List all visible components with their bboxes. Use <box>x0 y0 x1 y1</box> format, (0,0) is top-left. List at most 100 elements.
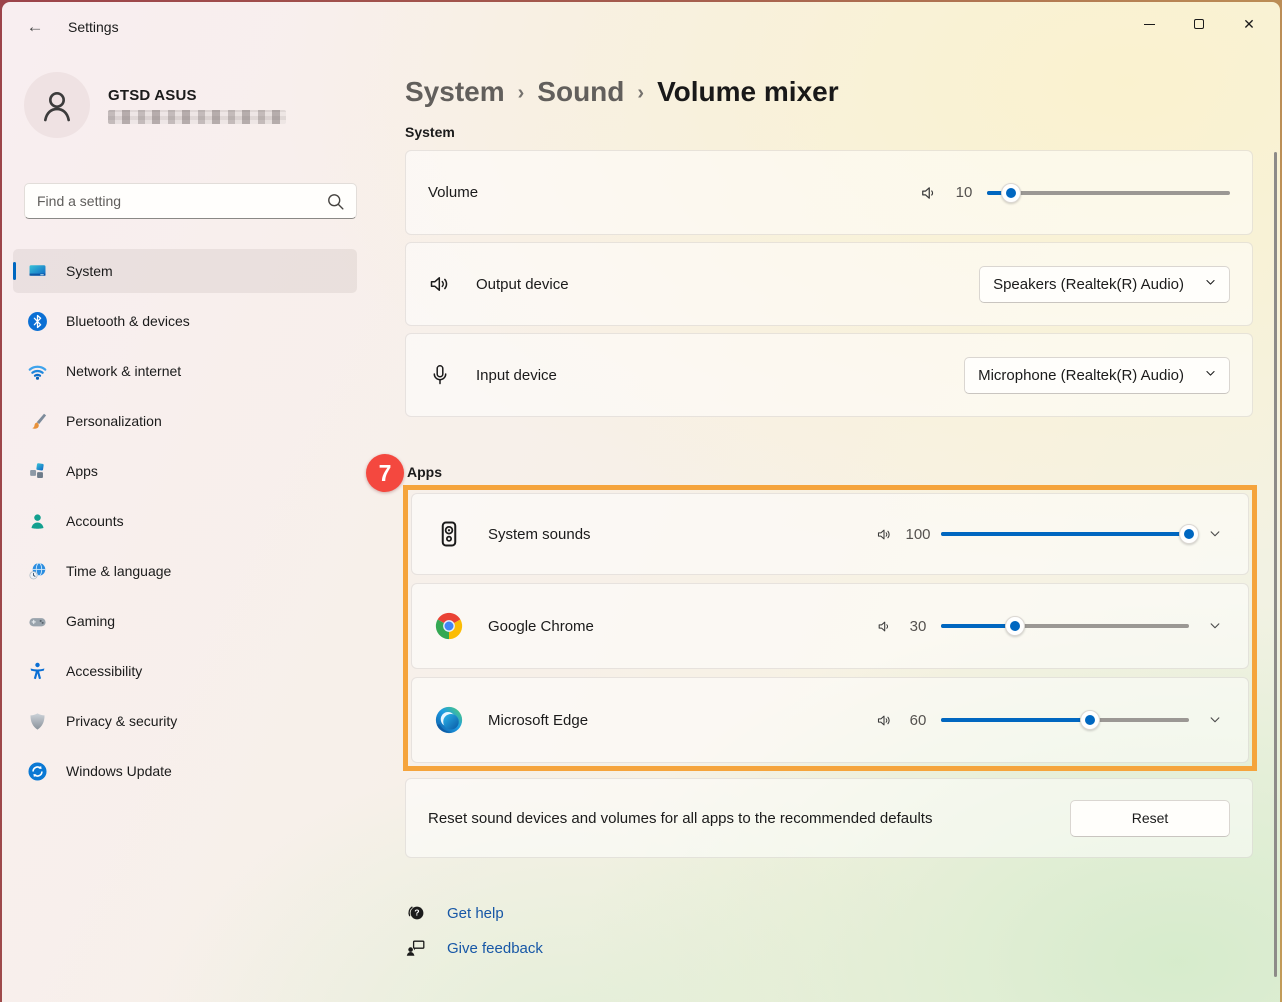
sidebar-item-accessibility[interactable]: Accessibility <box>13 649 357 693</box>
app-row-microsoft-edge[interactable]: Microsoft Edge 60 <box>411 677 1249 763</box>
minimize-button[interactable] <box>1124 6 1174 42</box>
speaker-low-icon <box>919 183 939 203</box>
output-device-row: Output device Speakers (Realtek(R) Audio… <box>405 242 1253 326</box>
system-section-heading: System <box>405 124 1253 140</box>
back-button[interactable]: ← <box>16 11 54 43</box>
system-volume-slider[interactable] <box>987 182 1230 204</box>
maximize-icon <box>1194 19 1204 29</box>
breadcrumb: System › Sound › Volume mixer <box>405 76 1253 108</box>
app-volume-value: 30 <box>901 618 935 635</box>
output-device-dropdown[interactable]: Speakers (Realtek(R) Audio) <box>979 266 1230 303</box>
reset-button[interactable]: Reset <box>1070 800 1230 837</box>
app-name: System sounds <box>488 526 591 543</box>
chrome-volume-slider[interactable] <box>941 615 1189 637</box>
user-name: GTSD ASUS <box>108 87 286 104</box>
input-device-value: Microphone (Realtek(R) Audio) <box>978 367 1184 384</box>
wifi-icon <box>27 361 48 382</box>
close-icon: ✕ <box>1243 16 1255 33</box>
bluetooth-icon <box>27 311 48 332</box>
edge-volume-slider[interactable] <box>941 709 1189 731</box>
breadcrumb-sound[interactable]: Sound <box>537 76 624 108</box>
sidebar-item-label: Windows Update <box>66 763 172 779</box>
sidebar-item-label: Apps <box>66 463 98 479</box>
reset-description: Reset sound devices and volumes for all … <box>428 810 932 827</box>
maximize-button[interactable] <box>1174 6 1224 42</box>
chevron-down-icon <box>1208 619 1222 633</box>
slider-track[interactable] <box>987 191 1230 195</box>
sidebar-item-label: Personalization <box>66 413 162 429</box>
sidebar: GTSD ASUS System Bluetooth & devices Net… <box>2 52 374 1002</box>
sidebar-item-windows-update[interactable]: Windows Update <box>13 749 357 793</box>
input-device-dropdown[interactable]: Microphone (Realtek(R) Audio) <box>964 357 1230 394</box>
app-volume-value: 100 <box>901 526 935 543</box>
sidebar-nav: System Bluetooth & devices Network & int… <box>13 249 357 799</box>
sidebar-item-accounts[interactable]: Accounts <box>13 499 357 543</box>
reset-row: Reset sound devices and volumes for all … <box>405 778 1253 858</box>
sidebar-item-label: System <box>66 263 113 279</box>
chevron-right-icon: › <box>505 82 538 105</box>
page-title: Volume mixer <box>657 76 839 108</box>
apps-grid-icon <box>27 461 48 482</box>
sidebar-item-label: Accessibility <box>66 663 142 679</box>
search-input[interactable] <box>37 193 325 209</box>
close-button[interactable]: ✕ <box>1224 6 1274 42</box>
edge-logo-icon <box>434 705 464 735</box>
input-device-row: Input device Microphone (Realtek(R) Audi… <box>405 333 1253 417</box>
windows-update-icon <box>27 761 48 782</box>
speaker-loud-icon <box>428 272 452 296</box>
sidebar-item-bluetooth-devices[interactable]: Bluetooth & devices <box>13 299 357 343</box>
speaker-low-icon <box>876 618 893 635</box>
give-feedback-link[interactable]: Give feedback <box>447 940 543 957</box>
expand-button[interactable] <box>1204 709 1226 731</box>
feedback-person-icon <box>405 937 427 959</box>
chevron-down-icon <box>1208 713 1222 727</box>
sidebar-item-label: Accounts <box>66 513 124 529</box>
sidebar-item-privacy-security[interactable]: Privacy & security <box>13 699 357 743</box>
sidebar-item-time-language[interactable]: Time & language <box>13 549 357 593</box>
volume-label: Volume <box>428 184 478 201</box>
minimize-icon <box>1144 24 1155 25</box>
sidebar-item-personalization[interactable]: Personalization <box>13 399 357 443</box>
slider-thumb[interactable] <box>1001 183 1021 203</box>
slider-thumb[interactable] <box>1005 616 1025 636</box>
sidebar-item-gaming[interactable]: Gaming <box>13 599 357 643</box>
brush-icon <box>27 411 48 432</box>
user-profile[interactable]: GTSD ASUS <box>24 72 286 138</box>
breadcrumb-system[interactable]: System <box>405 76 505 108</box>
system-sounds-speaker-icon <box>434 519 464 549</box>
slider-thumb[interactable] <box>1080 710 1100 730</box>
slider-thumb[interactable] <box>1179 524 1199 544</box>
annotation-highlight-box: System sounds 100 Google Chrome 30 <box>403 485 1257 771</box>
window-title: Settings <box>68 2 119 52</box>
expand-button[interactable] <box>1204 615 1226 637</box>
get-help-link[interactable]: Get help <box>447 905 504 922</box>
volume-row: Volume 10 <box>405 150 1253 235</box>
slider-fill <box>941 718 1090 722</box>
app-name: Google Chrome <box>488 618 594 635</box>
accessibility-icon <box>27 661 48 682</box>
gamepad-icon <box>27 611 48 632</box>
sidebar-item-label: Gaming <box>66 613 115 629</box>
titlebar: ← Settings ✕ <box>2 2 1280 52</box>
app-row-google-chrome[interactable]: Google Chrome 30 <box>411 583 1249 669</box>
app-name: Microsoft Edge <box>488 712 588 729</box>
user-email-redacted <box>108 110 286 124</box>
settings-window: ← Settings ✕ GTSD ASUS Syste <box>2 2 1280 1002</box>
sidebar-item-apps[interactable]: Apps <box>13 449 357 493</box>
chrome-logo-icon <box>434 611 464 641</box>
search-box[interactable] <box>24 183 357 219</box>
display-icon <box>27 261 48 282</box>
speaker-loud-icon <box>876 712 893 729</box>
sidebar-item-network-internet[interactable]: Network & internet <box>13 349 357 393</box>
vertical-scrollbar[interactable] <box>1274 152 1277 977</box>
slider-fill <box>941 532 1189 536</box>
chevron-down-icon <box>1204 276 1217 293</box>
app-row-system-sounds[interactable]: System sounds 100 <box>411 493 1249 575</box>
system-sounds-volume-slider[interactable] <box>941 523 1189 545</box>
sidebar-item-label: Bluetooth & devices <box>66 313 190 329</box>
sidebar-item-system[interactable]: System <box>13 249 357 293</box>
person-outline-icon <box>37 85 77 125</box>
chevron-right-icon: › <box>624 82 657 105</box>
sidebar-item-label: Privacy & security <box>66 713 177 729</box>
expand-button[interactable] <box>1204 523 1226 545</box>
